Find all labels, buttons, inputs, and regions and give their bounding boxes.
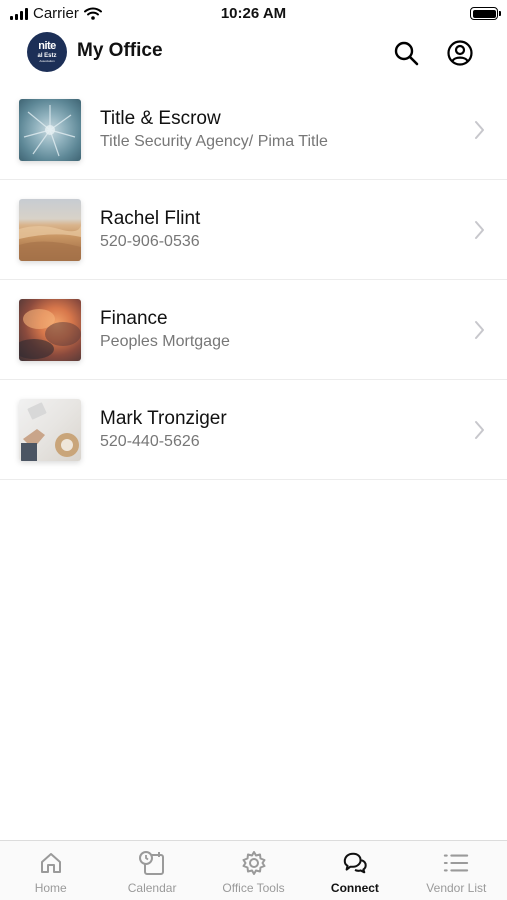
gear-icon xyxy=(242,851,266,875)
chevron-right-icon xyxy=(475,321,484,339)
chevron-right-icon xyxy=(475,421,484,439)
app-header: nite al Estz Association My Office xyxy=(0,30,507,76)
chevron-right-icon xyxy=(475,121,484,139)
contact-title: Mark Tronziger xyxy=(100,408,227,429)
contact-list: Title & Escrow Title Security Agency/ Pi… xyxy=(0,80,507,480)
list-item[interactable]: Title & Escrow Title Security Agency/ Pi… xyxy=(0,80,507,180)
sunset-thumbnail xyxy=(19,299,81,361)
contact-subtitle: Peoples Mortgage xyxy=(100,333,230,350)
contact-title: Rachel Flint xyxy=(100,208,201,229)
logo-text-bottom: Association xyxy=(39,59,55,63)
tab-label: Home xyxy=(34,881,67,895)
tab-connect[interactable]: Connect xyxy=(304,841,405,900)
app-logo: nite al Estz Association xyxy=(27,32,67,72)
account-button[interactable] xyxy=(444,37,476,69)
list-item[interactable]: Rachel Flint 520-906-0536 xyxy=(0,180,507,280)
calendar-icon xyxy=(139,851,165,875)
page-title: My Office xyxy=(77,40,163,61)
chat-icon xyxy=(343,852,367,874)
tab-bar: Home Calendar Office Tools Connect Vendo… xyxy=(0,840,507,900)
contact-title: Finance xyxy=(100,308,168,329)
tab-label: Connect xyxy=(330,881,379,895)
status-time: 10:26 AM xyxy=(220,5,287,22)
tab-label: Calendar xyxy=(127,881,177,895)
desk-thumbnail xyxy=(19,399,81,461)
contact-title: Title & Escrow xyxy=(100,108,221,129)
search-button[interactable] xyxy=(390,37,422,69)
list-item[interactable]: Mark Tronziger 520-440-5626 xyxy=(0,380,507,480)
tab-vendor-list[interactable]: Vendor List xyxy=(406,841,507,900)
agave-thumbnail xyxy=(19,99,81,161)
tab-office-tools[interactable]: Office Tools xyxy=(203,841,304,900)
logo-text-top: nite xyxy=(38,40,56,52)
contact-subtitle: Title Security Agency/ Pima Title xyxy=(100,133,328,150)
desert-thumbnail xyxy=(19,199,81,261)
tab-label: Vendor List xyxy=(426,881,487,895)
list-icon xyxy=(444,854,469,872)
battery-icon xyxy=(470,7,501,20)
account-icon xyxy=(447,40,473,66)
search-icon xyxy=(394,41,419,66)
home-icon xyxy=(40,853,61,873)
tab-home[interactable]: Home xyxy=(0,841,101,900)
tab-label: Office Tools xyxy=(222,881,285,895)
contact-subtitle: 520-906-0536 xyxy=(100,233,200,250)
list-item[interactable]: Finance Peoples Mortgage xyxy=(0,280,507,380)
tab-calendar[interactable]: Calendar xyxy=(101,841,202,900)
chevron-right-icon xyxy=(475,221,484,239)
status-bar: Carrier 10:26 AM xyxy=(0,0,507,30)
contact-subtitle: 520-440-5626 xyxy=(100,433,200,450)
